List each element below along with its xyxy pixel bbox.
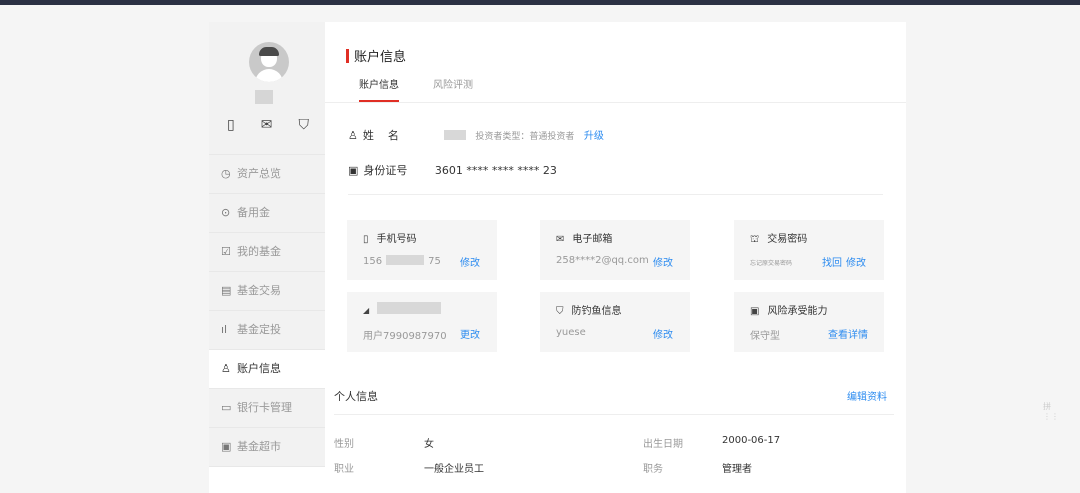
sidebar-menu: ◷ 资产总览 ⊙ 备用金 ☑ 我的基金 ▤ 基金交易 ıl 基金定投 ♙ 账户信息 ▭ 银行卡… (209, 155, 325, 467)
card-anti-phishing: ⛉ 防钓鱼信息 yuese 修改 (540, 292, 690, 352)
change-username-link[interactable]: 更改 (460, 326, 480, 341)
card-phone: ▯ 手机号码 156 75 修改 (347, 220, 497, 280)
risk-details-link[interactable]: 查看详情 (828, 326, 868, 341)
card-email: ✉ 电子邮箱 258****2@qq.com 修改 (540, 220, 690, 280)
market-icon: ▣ (221, 440, 232, 453)
coin-icon: ⊙ (221, 206, 231, 219)
card-icon: ▭ (221, 401, 232, 414)
name-blurred (443, 130, 466, 140)
fund-icon: ☑ (221, 245, 231, 258)
sidebar-item-reserve[interactable]: ⊙ 备用金 (209, 194, 325, 233)
user-icon: ♙ (221, 362, 231, 375)
gender-value: 女 (424, 439, 434, 450)
sidebar-item-assets[interactable]: ◷ 资产总览 (209, 155, 325, 194)
ime-icon[interactable]: 拼 ⋮⋮ (1043, 401, 1061, 421)
user-small-icon: ◢ (363, 306, 370, 315)
verification-icons: ▯ ✉ ⛉ (227, 118, 309, 132)
shield-icon[interactable]: ⛉ (298, 118, 309, 132)
sidebar: ▯ ✉ ⛉ ◷ 资产总览 ⊙ 备用金 ☑ 我的基金 ▤ 基金交易 ıl 基金定投 ♙ 账户信… (209, 22, 325, 493)
top-bar (0, 0, 1080, 5)
personal-info-title: 个人信息 (334, 390, 378, 403)
trade-icon: ▤ (221, 284, 232, 297)
sidebar-item-fund-plan[interactable]: ıl 基金定投 (209, 311, 325, 350)
card-trade-password: ⛫ 交易密码 忘记原交易密码 找回 修改 (734, 220, 884, 280)
sidebar-item-my-funds[interactable]: ☑ 我的基金 (209, 233, 325, 272)
user-icon: ♙ (348, 129, 358, 142)
page-title: 账户信息 (346, 46, 406, 65)
position-value: 管理者 (722, 464, 752, 475)
lock-icon: ⛫ (750, 234, 760, 245)
position-label: 职务 (643, 464, 663, 475)
id-row: ▣ 身份证号 3601 **** **** **** 23 (348, 164, 557, 177)
username-title-blurred (377, 302, 442, 314)
username-blurred (255, 90, 273, 104)
id-card-icon: ▣ (348, 164, 359, 177)
sidebar-item-fund-trade[interactable]: ▤ 基金交易 (209, 272, 325, 311)
sidebar-item-bank-cards[interactable]: ▭ 银行卡管理 (209, 389, 325, 428)
sidebar-item-account-info[interactable]: ♙ 账户信息 (209, 350, 325, 389)
mobile-icon[interactable]: ▯ (227, 118, 235, 132)
profile-box: ▯ ✉ ⛉ (209, 22, 325, 155)
main-panel: 账户信息 账户信息 风险评测 ♙ 姓 名 投资者类型：普通投资者 升级 ▣ 身份证号… (325, 22, 906, 493)
tab-active-indicator (359, 100, 399, 102)
birth-value: 2000-06-17 (722, 435, 781, 446)
modify-email-link[interactable]: 修改 (653, 254, 673, 269)
job-label: 职业 (334, 464, 354, 475)
card-risk-tolerance: ▣ 风险承受能力 保守型 查看详情 (734, 292, 884, 352)
mail-icon[interactable]: ✉ (261, 118, 273, 132)
tab-risk-assessment[interactable]: 风险评测 (433, 76, 473, 91)
modify-phishing-link[interactable]: 修改 (653, 326, 673, 341)
phone-blurred (386, 255, 425, 265)
shield-icon: ⛉ (556, 306, 564, 317)
edit-profile-link[interactable]: 编辑资料 (847, 388, 887, 403)
id-number: 3601 **** **** **** 23 (434, 164, 557, 177)
mobile-icon: ▯ (363, 234, 369, 245)
clock-icon: ◷ (221, 167, 231, 180)
avatar (249, 42, 289, 82)
recover-password-link[interactable]: 找回 (822, 254, 842, 269)
modify-phone-link[interactable]: 修改 (460, 254, 480, 269)
tab-account-info[interactable]: 账户信息 (359, 76, 399, 91)
divider (334, 414, 894, 415)
sidebar-item-fund-market[interactable]: ▣ 基金超市 (209, 428, 325, 467)
modify-password-link[interactable]: 修改 (846, 254, 866, 269)
risk-icon: ▣ (750, 306, 760, 317)
birth-label: 出生日期 (643, 439, 683, 450)
name-row: ♙ 姓 名 投资者类型：普通投资者 升级 (348, 129, 604, 142)
gender-label: 性别 (334, 439, 354, 450)
tab-bar: 账户信息 风险评测 (325, 74, 906, 103)
upgrade-link[interactable]: 升级 (584, 131, 604, 142)
divider (348, 194, 883, 195)
mail-icon: ✉ (556, 234, 565, 245)
bar-chart-icon: ıl (221, 323, 228, 336)
job-value: 一般企业员工 (424, 464, 484, 475)
card-username: ◢ 用户7990987970 更改 (347, 292, 497, 352)
